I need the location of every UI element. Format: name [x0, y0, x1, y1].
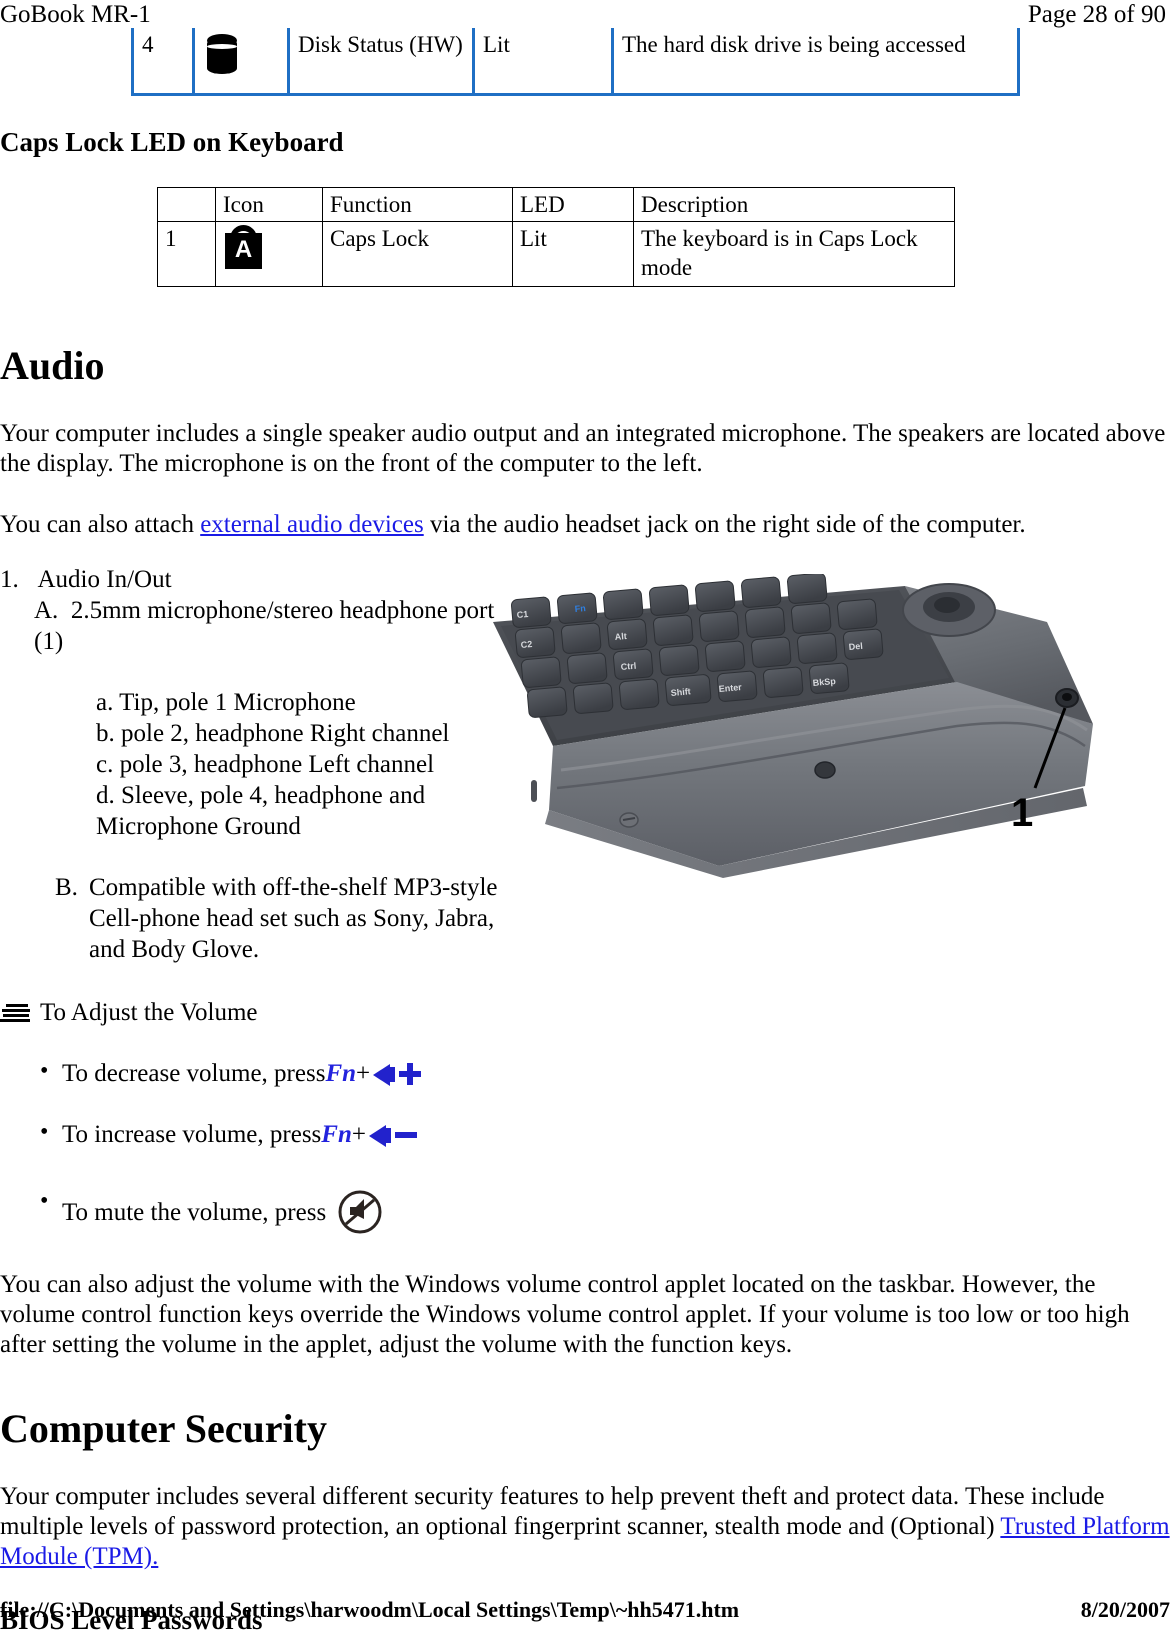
table-row: 1 A Caps Lock Lit The keyboard is in Cap…: [157, 221, 955, 287]
list-text-headphone-port: 2.5mm microphone/stereo headphone port (…: [34, 597, 495, 655]
plus-icon: [398, 1062, 422, 1086]
disk-row-function: Disk Status (HW): [287, 28, 474, 96]
svg-text:BkSp: BkSp: [812, 676, 836, 688]
capslock-row-description: The keyboard is in Caps Lock mode: [633, 221, 955, 287]
laptop-photo-svg: C1 C2 Alt Ctrl Shift Enter BkSp Del Fn 1: [493, 574, 1093, 878]
volume-applet-paragraph: You can also adjust the volume with the …: [0, 1271, 1130, 1358]
list-item: To decrease volume, press Fn +: [0, 1056, 1170, 1089]
plus-separator: +: [351, 1121, 366, 1148]
audio-paragraph-1: Your computer includes a single speaker …: [0, 420, 1166, 477]
speaker-icon: [367, 1123, 393, 1147]
list-item: b. pole 2, headphone Right channel: [96, 720, 450, 747]
disk-status-table: 4 Disk Status (HW) Lit The hard disk dri…: [131, 28, 1020, 96]
security-paragraph: Your computer includes several different…: [0, 1482, 1170, 1572]
table-header-row: Icon Function LED Description: [157, 187, 955, 222]
fn-key-label: Fn: [321, 1121, 352, 1148]
fn-key-label: Fn: [325, 1060, 357, 1087]
capslock-row-number: 1: [157, 221, 216, 287]
list-item: a. Tip, pole 1 Microphone: [96, 689, 356, 716]
svg-text:Ctrl: Ctrl: [620, 661, 636, 672]
svg-text:Del: Del: [848, 641, 863, 652]
list-item: c. pole 3, headphone Left channel: [96, 751, 435, 778]
audio-p2-before: You can also attach: [0, 511, 201, 538]
disk-row-description: The hard disk drive is being accessed: [611, 28, 1020, 96]
svg-text:Fn: Fn: [574, 603, 586, 614]
header-document-title: GoBook MR-1: [0, 1, 151, 28]
audio-paragraph-2: You can also attach external audio devic…: [0, 510, 1170, 540]
disk-row-led: Lit: [472, 28, 613, 96]
caps-lock-padlock-icon: A: [225, 225, 262, 269]
capslock-table: Icon Function LED Description 1 A Caps L…: [157, 187, 955, 287]
svg-text:Shift: Shift: [670, 686, 691, 698]
external-audio-devices-link[interactable]: external audio devices: [200, 511, 424, 538]
list-item: B. Compatible with off-the-shelf MP3-sty…: [55, 872, 500, 965]
disk-row-number: 4: [131, 28, 194, 96]
header-page-number: Page 28 of 90: [1027, 1, 1166, 28]
list-text-mp3-compatible: Compatible with off-the-shelf MP3-style …: [89, 874, 498, 963]
plus-separator: +: [356, 1060, 371, 1087]
capslock-row-icon-cell: A: [215, 221, 323, 287]
speaker-icon: [371, 1062, 397, 1086]
document-page: GoBook MR-1 Page 28 of 90 4 Disk Status …: [0, 0, 1170, 1645]
adjust-volume-title: To Adjust the Volume: [40, 999, 258, 1026]
capslock-col-icon: Icon: [215, 187, 323, 222]
list-item: To mute the volume, press: [0, 1186, 1170, 1236]
audio-io-block: 1. Audio In/Out A. 2.5mm microphone/ster…: [0, 564, 1170, 965]
svg-text:Enter: Enter: [718, 682, 742, 694]
list-item: d. Sleeve, pole 4, headphone and Microph…: [96, 782, 426, 840]
svg-text:C1: C1: [516, 609, 528, 620]
table-row: 4 Disk Status (HW) Lit The hard disk dri…: [131, 28, 1020, 96]
list-item: A. 2.5mm microphone/stereo headphone por…: [34, 595, 500, 657]
disk-row-icon-cell: [192, 28, 289, 96]
audio-heading: Audio: [0, 343, 105, 388]
page-footer: file://C:\Documents and Settings\harwood…: [0, 1596, 1170, 1624]
svg-text:C2: C2: [520, 639, 532, 650]
capslock-col-description: Description: [633, 187, 955, 222]
mute-volume-text: To mute the volume, press: [62, 1198, 327, 1226]
list-marker-b: B.: [55, 874, 78, 901]
svg-text:Alt: Alt: [614, 631, 627, 642]
minus-icon: [394, 1123, 418, 1147]
footer-date: 8/20/2007: [1080, 1597, 1170, 1622]
list-marker-1: 1.: [0, 566, 19, 593]
audio-p2-after: via the audio headset jack on the right …: [423, 511, 1026, 538]
decrease-volume-text: To decrease volume, press: [62, 1060, 326, 1087]
capslock-col-blank: [157, 187, 216, 222]
capslock-col-function: Function: [322, 187, 513, 222]
callout-number: 1: [1011, 791, 1033, 835]
list-text-audio-inout: Audio In/Out: [37, 566, 172, 593]
lines-icon: [0, 1002, 30, 1024]
capslock-heading: Caps Lock LED on Keyboard: [0, 127, 344, 157]
security-paragraph-text: Your computer includes several different…: [0, 1483, 1105, 1540]
computer-security-heading: Computer Security: [0, 1406, 327, 1451]
disk-drive-icon: [205, 34, 239, 76]
adjust-volume-title-row: To Adjust the Volume: [0, 997, 1170, 1028]
capslock-row-function: Caps Lock: [322, 221, 513, 287]
list-item: 1. Audio In/Out: [0, 564, 500, 595]
footer-file-path: file://C:\Documents and Settings\harwood…: [0, 1597, 740, 1622]
audio-io-list: 1. Audio In/Out A. 2.5mm microphone/ster…: [0, 564, 500, 965]
increase-volume-text: To increase volume, press: [62, 1121, 322, 1148]
volume-bullet-list: To decrease volume, press Fn + To increa…: [0, 1056, 1170, 1236]
rugged-laptop-keyboard-photo: C1 C2 Alt Ctrl Shift Enter BkSp Del Fn 1: [487, 574, 1112, 879]
capslock-row-led: Lit: [512, 221, 634, 287]
speaker-mute-icon: [336, 1188, 384, 1236]
page-content: 4 Disk Status (HW) Lit The hard disk dri…: [0, 28, 1170, 1637]
list-marker-a: A.: [34, 597, 59, 624]
capslock-col-led: LED: [512, 187, 634, 222]
list-item: To increase volume, press Fn +: [0, 1117, 1170, 1150]
